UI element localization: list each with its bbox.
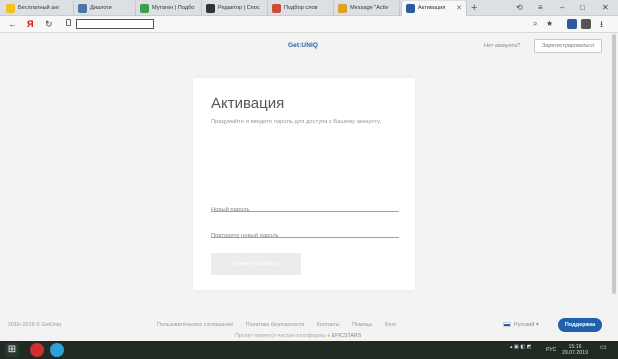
yandex-browser-icon[interactable] bbox=[30, 343, 44, 357]
footer-link-blog[interactable]: Блог bbox=[385, 322, 396, 328]
footer-link-privacy[interactable]: Политика безопасности bbox=[246, 322, 304, 328]
input-language[interactable]: РУС bbox=[546, 347, 556, 353]
browser-tab-1[interactable]: Бесплатный анг bbox=[2, 1, 74, 16]
footer-link-contacts[interactable]: Контакты bbox=[317, 322, 340, 328]
bookmark-manager-icon[interactable]: ⟲ bbox=[516, 2, 523, 14]
browser-tab-active[interactable]: Активация ✕ bbox=[401, 1, 467, 16]
browser-tab-6[interactable]: Message "Activ bbox=[334, 1, 400, 16]
editor-icon bbox=[206, 4, 215, 13]
url-field[interactable] bbox=[76, 19, 154, 29]
browser-tab-3[interactable]: Мутаген | Подбо bbox=[136, 1, 202, 16]
footer-link-terms[interactable]: Пользовательское соглашение bbox=[157, 322, 233, 328]
new-tab-icon[interactable]: + bbox=[471, 1, 477, 15]
maximize-icon[interactable]: □ bbox=[580, 2, 585, 14]
menu-icon[interactable]: ≡ bbox=[538, 2, 543, 14]
repeat-password-field bbox=[211, 224, 399, 239]
platform-note: Проект является частью платформы ● EPICS… bbox=[235, 333, 362, 339]
language-selector[interactable]: Русский ▾ bbox=[503, 322, 539, 328]
address-bar: ← Я ↻ ⌕ ★ ⭳ bbox=[0, 16, 618, 33]
getuniq-icon bbox=[406, 4, 415, 13]
page-content: Get:UNIQ Нет аккаунта? Зарегистрироватьс… bbox=[0, 34, 618, 341]
footer-links: Пользовательское соглашение Политика без… bbox=[157, 322, 407, 328]
activation-card: Активация Придумайте и введите пароль дл… bbox=[193, 78, 415, 290]
yellow-book-icon bbox=[6, 4, 15, 13]
new-password-input[interactable] bbox=[211, 207, 399, 213]
epicstars-icon: ● bbox=[326, 333, 331, 339]
footer-link-help[interactable]: Помощь bbox=[352, 322, 372, 328]
page-title: Активация bbox=[211, 95, 285, 112]
lock-icon bbox=[66, 19, 71, 26]
repeat-password-input[interactable] bbox=[211, 233, 399, 239]
platform-link[interactable]: EPICSTARS bbox=[332, 333, 362, 339]
no-account-text: Нет аккаунта? bbox=[484, 43, 521, 49]
register-button[interactable]: Зарегистрироваться bbox=[534, 39, 602, 53]
browser-tab-4[interactable]: Редактор | Спос bbox=[202, 1, 268, 16]
browser-tab-5[interactable]: Подбор слов bbox=[268, 1, 334, 16]
site-logo[interactable]: Get:UNIQ bbox=[288, 42, 318, 49]
message-icon bbox=[78, 4, 87, 13]
minimize-icon[interactable]: – bbox=[560, 2, 564, 14]
extension-icon-2[interactable] bbox=[581, 19, 591, 29]
reload-icon[interactable]: ↻ bbox=[45, 18, 53, 30]
mail-icon bbox=[338, 4, 347, 13]
change-password-button[interactable]: Изменить пароль bbox=[211, 253, 301, 275]
taskbar: ⊞ ▴ ▣ ◧ ◩ РУС 15:16 29.07.2019 ▭ bbox=[0, 341, 618, 359]
m-green-icon bbox=[140, 4, 149, 13]
copyright: 2016–2019 © GetUniq bbox=[8, 322, 61, 328]
notifications-icon[interactable]: ▭ bbox=[600, 344, 607, 351]
search-icon[interactable]: ⌕ bbox=[533, 18, 537, 30]
browser-tab-2[interactable]: Диалоги bbox=[74, 1, 136, 16]
yandex-icon[interactable]: Я bbox=[27, 18, 33, 30]
bookmark-icon[interactable]: ★ bbox=[546, 18, 553, 30]
chart-icon bbox=[272, 4, 281, 13]
clock[interactable]: 15:16 29.07.2019 bbox=[562, 344, 588, 356]
close-window-icon[interactable]: ✕ bbox=[602, 2, 609, 14]
download-icon[interactable]: ⭳ bbox=[600, 18, 603, 30]
support-button[interactable]: Поддержка bbox=[558, 318, 602, 332]
form-description: Придумайте и введите пароль для доступа … bbox=[211, 119, 382, 125]
close-tab-icon[interactable]: ✕ bbox=[456, 1, 462, 16]
browser-tab-bar: Бесплатный анг Диалоги Мутаген | Подбо Р… bbox=[0, 0, 618, 16]
windows-start-icon[interactable]: ⊞ bbox=[5, 343, 19, 357]
russian-flag-icon bbox=[503, 322, 511, 328]
telegram-icon[interactable] bbox=[50, 343, 64, 357]
extension-icon[interactable] bbox=[567, 19, 577, 29]
scrollbar[interactable] bbox=[612, 34, 616, 294]
new-password-field bbox=[211, 198, 399, 213]
back-icon[interactable]: ← bbox=[8, 18, 17, 30]
chevron-down-icon: ▾ bbox=[535, 322, 539, 328]
tray-icons[interactable]: ▴ ▣ ◧ ◩ bbox=[510, 344, 532, 350]
